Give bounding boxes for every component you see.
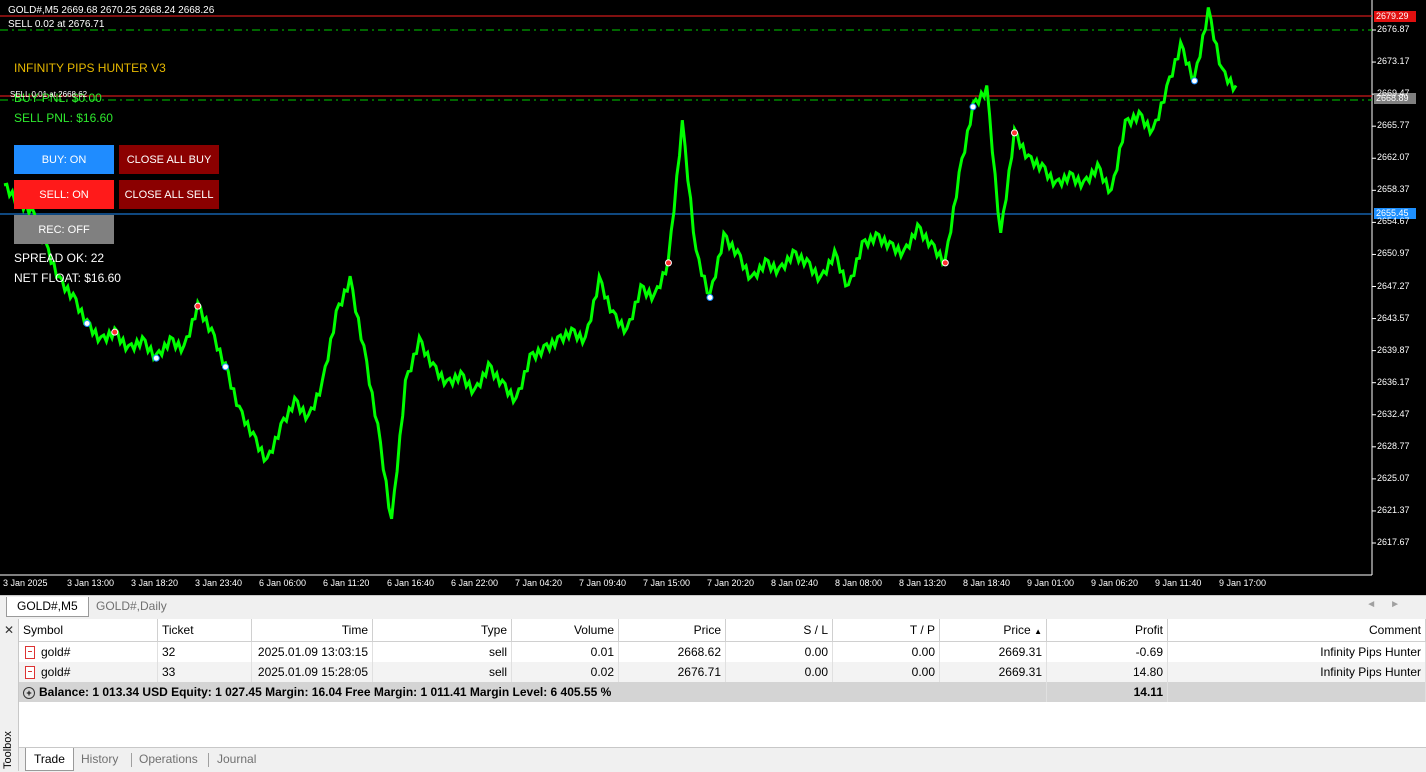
col-type[interactable]: Type — [372, 619, 512, 642]
price-series-line — [3, 7, 1238, 520]
sell-order-icon — [25, 666, 35, 680]
tab-gold-m5[interactable]: GOLD#,M5 — [6, 597, 89, 617]
x-tick-label: 7 Jan 20:20 — [707, 578, 755, 588]
y-tick-label: 2669.47 — [1377, 88, 1410, 99]
account-summary: Balance: 1 013.34 USD Equity: 1 027.45 M… — [39, 685, 612, 699]
sell-order-label: SELL 0.01 at 2668.62 — [10, 90, 88, 99]
y-tick-label: 2643.57 — [1377, 312, 1410, 323]
y-tick-label: 2662.07 — [1377, 152, 1410, 163]
plus-icon[interactable]: + — [23, 686, 35, 699]
y-tick-label: 2625.07 — [1377, 472, 1410, 483]
tab-trade[interactable]: Trade — [25, 748, 74, 771]
chart-tab-bar: GOLD#,M5 GOLD#,Daily ◄► — [0, 595, 1426, 618]
x-tick-label: 9 Jan 06:20 — [1091, 578, 1139, 588]
x-tick-label: 6 Jan 16:40 — [387, 578, 435, 588]
col-time[interactable]: Time — [251, 619, 373, 642]
table-row[interactable]: gold# 32 2025.01.09 13:03:15 sell 0.01 2… — [19, 641, 1426, 662]
col-volume[interactable]: Volume — [511, 619, 619, 642]
x-tick-label: 7 Jan 15:00 — [643, 578, 691, 588]
y-tick-label: 2617.67 — [1377, 537, 1410, 547]
net-float: NET FLOAT: $16.60 — [14, 271, 121, 285]
x-tick-label: 6 Jan 22:00 — [451, 578, 499, 588]
price-chart[interactable]: GOLD#,M5 2669.68 2670.25 2668.24 2668.26… — [0, 0, 1426, 595]
table-header: Symbol Ticket Time Type Volume Price S /… — [19, 619, 1426, 642]
trade-marker — [664, 259, 672, 267]
close-all-buy-button[interactable]: CLOSE ALL BUY — [119, 145, 219, 174]
y-tick-label: 2658.37 — [1377, 184, 1410, 195]
summary-profit: 14.11 — [1046, 682, 1168, 702]
x-tick-label: 9 Jan 17:00 — [1219, 578, 1267, 588]
summary-row: + Balance: 1 013.34 USD Equity: 1 027.45 … — [19, 682, 1426, 702]
x-tick-label: 3 Jan 23:40 — [195, 578, 243, 588]
x-tick-label: 6 Jan 11:20 — [323, 578, 370, 588]
close-all-sell-button[interactable]: CLOSE ALL SELL — [119, 180, 219, 209]
col-comment[interactable]: Comment — [1167, 619, 1426, 642]
tab-history[interactable]: History — [73, 748, 126, 770]
x-tick-label: 7 Jan 09:40 — [579, 578, 627, 588]
trade-marker — [111, 328, 119, 336]
trade-marker — [1190, 77, 1198, 85]
col-current-price[interactable]: Price ▲ — [939, 619, 1047, 642]
y-tick-label: 2632.47 — [1377, 408, 1410, 419]
sort-up-icon: ▲ — [1034, 627, 1042, 636]
tab-operations[interactable]: Operations — [131, 748, 206, 770]
y-tick-label: 2676.87 — [1377, 24, 1410, 34]
col-profit[interactable]: Profit — [1046, 619, 1168, 642]
trade-marker — [221, 363, 229, 371]
y-tick-label: 2665.77 — [1377, 120, 1410, 131]
x-tick-label: 8 Jan 13:20 — [899, 578, 947, 588]
toolbox-sidebar: ✕ Toolbox — [0, 619, 19, 771]
y-tick-label: 2636.17 — [1377, 376, 1410, 387]
sell-order-icon — [25, 646, 35, 660]
buy-toggle-button[interactable]: BUY: ON — [14, 145, 114, 174]
col-ticket[interactable]: Ticket — [157, 619, 252, 642]
price-badge-top: 2679.29 — [1374, 11, 1416, 22]
tab-gold-daily[interactable]: GOLD#,Daily — [86, 597, 177, 616]
y-tick-label: 2639.87 — [1377, 344, 1410, 355]
trade-marker — [1011, 129, 1019, 137]
spread-status: SPREAD OK: 22 — [14, 251, 105, 265]
col-sl[interactable]: S / L — [725, 619, 833, 642]
trade-marker — [194, 302, 202, 310]
x-tick-label: 8 Jan 08:00 — [835, 578, 883, 588]
x-tick-label: 3 Jan 13:00 — [67, 578, 115, 588]
rec-toggle-button[interactable]: REC: OFF — [14, 215, 114, 244]
close-icon[interactable]: ✕ — [4, 623, 14, 637]
x-tick-label: 9 Jan 01:00 — [1027, 578, 1075, 588]
y-tick-label: 2628.77 — [1377, 440, 1410, 451]
col-tp[interactable]: T / P — [832, 619, 940, 642]
y-tick-label: 2654.67 — [1377, 216, 1410, 227]
trade-marker — [152, 354, 160, 362]
x-tick-label: 8 Jan 02:40 — [771, 578, 819, 588]
chart-canvas — [0, 0, 1376, 576]
x-tick-label: 9 Jan 11:40 — [1155, 578, 1202, 588]
sell-pnl: SELL PNL: $16.60 — [14, 111, 113, 125]
chart-title: GOLD#,M5 2669.68 2670.25 2668.24 2668.26 — [8, 5, 215, 16]
y-tick-label: 2673.17 — [1377, 56, 1410, 67]
x-tick-label: 6 Jan 06:00 — [259, 578, 307, 588]
trade-marker — [706, 294, 714, 302]
col-symbol[interactable]: Symbol — [19, 619, 158, 642]
chart-subtitle: SELL 0.02 at 2676.71 — [8, 19, 105, 30]
table-row[interactable]: gold# 33 2025.01.09 15:28:05 sell 0.02 2… — [19, 662, 1426, 682]
ea-title: INFINITY PIPS HUNTER V3 — [14, 61, 166, 75]
trade-marker — [941, 259, 949, 267]
y-tick-label: 2647.27 — [1377, 280, 1410, 291]
x-tick-label: 7 Jan 04:20 — [515, 578, 563, 588]
toolbox-tab-bar: Trade History Operations Journal — [19, 747, 1426, 772]
y-tick-label: 2621.37 — [1377, 504, 1410, 515]
trade-marker — [83, 320, 91, 328]
trade-marker — [969, 103, 977, 111]
x-tick-label: 8 Jan 18:40 — [963, 578, 1011, 588]
sell-toggle-button[interactable]: SELL: ON — [14, 180, 114, 209]
x-tick-label: 3 Jan 2025 — [3, 578, 48, 588]
toolbox-label: Toolbox — [2, 731, 14, 769]
y-tick-label: 2650.97 — [1377, 248, 1410, 259]
tab-journal[interactable]: Journal — [209, 748, 264, 770]
tab-scroll-arrows[interactable]: ◄► — [1366, 599, 1414, 610]
x-tick-label: 3 Jan 18:20 — [131, 578, 179, 588]
trade-table: Symbol Ticket Time Type Volume Price S /… — [19, 619, 1426, 702]
col-price[interactable]: Price — [618, 619, 726, 642]
